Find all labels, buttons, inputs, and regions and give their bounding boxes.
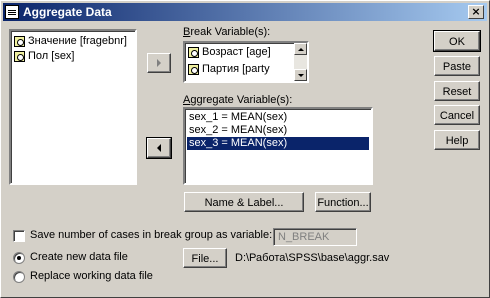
replace-working-file-radio[interactable] [13, 271, 25, 283]
output-file-path: D:\Работа\SPSS\base\aggr.sav [235, 252, 390, 264]
scale-variable-icon [14, 51, 25, 62]
reset-button[interactable]: Reset [434, 81, 480, 101]
create-new-file-radio[interactable] [13, 252, 25, 264]
function-button[interactable]: Function... [315, 192, 371, 212]
scroll-down-button[interactable] [294, 69, 307, 81]
move-from-aggregate-button[interactable] [146, 137, 172, 159]
list-item-selected[interactable]: sex_3 = MEAN(sex) [187, 137, 369, 150]
list-item[interactable]: Партия [party [188, 62, 272, 77]
name-and-label-button[interactable]: Name & Label... [184, 192, 304, 212]
file-button[interactable]: File... [183, 248, 227, 268]
close-button[interactable]: × [468, 5, 484, 19]
spss-app-icon [5, 5, 19, 19]
list-item[interactable]: Возраст [age] [188, 45, 273, 60]
scale-variable-icon [14, 36, 25, 47]
save-cases-checkbox[interactable] [13, 230, 25, 242]
help-button[interactable]: Help [434, 130, 480, 150]
scroll-up-button[interactable] [294, 43, 307, 55]
list-item[interactable]: Пол [sex] [14, 49, 77, 64]
paste-button[interactable]: Paste [434, 56, 480, 76]
save-cases-label: Save number of cases in break group as v… [30, 229, 273, 241]
variable-label: Пол [sex] [28, 50, 75, 62]
create-new-file-label: Create new data file [30, 251, 128, 263]
variable-label: Возраст [age] [202, 46, 271, 58]
cancel-button[interactable]: Cancel [434, 105, 480, 125]
arrow-left-icon [157, 144, 161, 152]
ok-button[interactable]: OK [433, 30, 481, 52]
window-title: Aggregate Data [23, 5, 112, 19]
arrow-right-icon [157, 59, 161, 67]
break-variable-list[interactable]: Возраст [age] Партия [party [183, 41, 309, 83]
list-item[interactable]: Значение [fragebnr] [14, 34, 129, 49]
arrow-down-icon [297, 73, 304, 77]
source-variable-list[interactable]: Значение [fragebnr] Пол [sex] [9, 29, 137, 185]
break-count-variable-field[interactable]: N_BREAK [273, 228, 357, 246]
list-item[interactable]: sex_1 = MEAN(sex) [187, 111, 287, 124]
aggregate-variable-list[interactable]: sex_1 = MEAN(sex) sex_2 = MEAN(sex) sex_… [183, 107, 373, 185]
aggregate-variables-label: Aggregate Variable(s): [183, 94, 293, 106]
title-bar: Aggregate Data × [3, 3, 487, 21]
scale-variable-icon [188, 47, 199, 58]
break-variables-label: Break Variable(s): [183, 26, 271, 38]
aggregate-data-dialog: Aggregate Data × Значение [fragebnr] Пол… [0, 0, 490, 298]
list-item[interactable]: sex_2 = MEAN(sex) [187, 124, 287, 137]
scale-variable-icon [188, 64, 199, 75]
arrow-up-icon [297, 47, 304, 51]
variable-label: Значение [fragebnr] [28, 35, 127, 47]
replace-working-file-label: Replace working data file [30, 270, 153, 282]
break-list-scrollbar[interactable] [294, 43, 307, 81]
move-to-break-button[interactable] [147, 53, 171, 73]
variable-label: Партия [party [202, 63, 270, 75]
